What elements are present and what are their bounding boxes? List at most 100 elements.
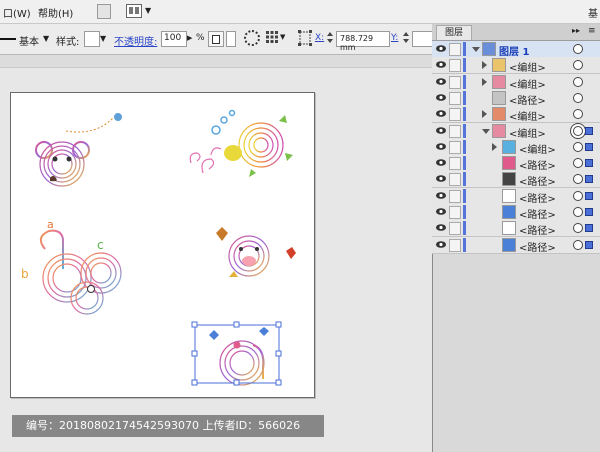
y-label[interactable]: Y:: [391, 33, 398, 43]
target-circle-icon[interactable]: [573, 76, 583, 87]
x-label[interactable]: X:: [315, 33, 324, 43]
lock-toggle[interactable]: [449, 206, 461, 219]
selection-indicator-icon[interactable]: [585, 224, 593, 233]
align-dropdown-icon[interactable]: ▼: [280, 33, 285, 41]
target-circle-icon[interactable]: [573, 92, 583, 103]
lock-toggle[interactable]: [449, 222, 461, 236]
graphic-style-dropdown-icon[interactable]: ▼: [100, 34, 106, 43]
selection-indicator-icon[interactable]: [585, 126, 593, 135]
target-circle-icon[interactable]: [573, 125, 583, 136]
layer-row[interactable]: <编组>: [432, 73, 600, 91]
snake-graphic[interactable]: [39, 229, 122, 315]
target-circle-icon[interactable]: [573, 158, 583, 169]
workspace-label[interactable]: 基: [588, 5, 598, 20]
lock-toggle[interactable]: [449, 140, 461, 154]
visibility-eye-icon[interactable]: [436, 61, 446, 69]
artboard[interactable]: a b c: [10, 92, 315, 398]
opacity-label-link[interactable]: 不透明度:: [114, 33, 157, 48]
visibility-eye-icon[interactable]: [436, 142, 446, 150]
lock-toggle[interactable]: [449, 238, 461, 252]
layer-row[interactable]: <路径>: [432, 236, 600, 254]
layer-row[interactable]: <编组>: [432, 57, 600, 75]
visibility-eye-icon[interactable]: [436, 77, 446, 85]
target-circle-icon[interactable]: [573, 109, 583, 120]
layer-row[interactable]: <编组>: [432, 106, 600, 124]
layer-row[interactable]: 图层 1: [432, 41, 600, 58]
turtle-graphic[interactable]: [189, 109, 293, 178]
opacity-dropdown-icon[interactable]: ▶: [187, 34, 192, 42]
brush-icon[interactable]: [226, 31, 236, 47]
selection-indicator-icon[interactable]: [585, 175, 593, 184]
x-stepper[interactable]: [326, 31, 334, 45]
visibility-eye-icon[interactable]: [436, 191, 446, 199]
layer-row[interactable]: <编组>: [432, 138, 600, 156]
bridge-icon[interactable]: [97, 4, 111, 19]
graphic-style-swatch[interactable]: [84, 31, 100, 47]
letter-a-graphic[interactable]: [209, 327, 269, 386]
layer-row[interactable]: <路径>: [432, 89, 600, 107]
lock-toggle[interactable]: [449, 173, 461, 187]
panel-menu-icon[interactable]: ≡: [588, 26, 596, 36]
menu-help[interactable]: 帮助(H): [38, 5, 73, 20]
target-circle-icon[interactable]: [573, 190, 583, 201]
target-circle-icon[interactable]: [573, 223, 583, 234]
align-grid-icon[interactable]: [266, 31, 278, 43]
arrange-dropdown-icon[interactable]: ▼: [145, 6, 151, 15]
visibility-eye-icon[interactable]: [436, 159, 446, 166]
collapsed-arrow-icon[interactable]: [492, 142, 497, 151]
selection-indicator-icon[interactable]: [585, 240, 593, 249]
collapsed-arrow-icon[interactable]: [482, 110, 487, 119]
opacity-input[interactable]: 100: [161, 31, 187, 47]
bear-graphic[interactable]: [35, 113, 122, 187]
expanded-arrow-icon[interactable]: [472, 47, 480, 52]
selection-indicator-icon[interactable]: [585, 159, 593, 168]
pig-graphic[interactable]: [216, 227, 296, 277]
visibility-eye-icon[interactable]: [436, 45, 446, 52]
visibility-eye-icon[interactable]: [436, 208, 446, 215]
lock-toggle[interactable]: [449, 124, 461, 138]
layer-row[interactable]: <路径>: [432, 187, 600, 205]
collapsed-arrow-icon[interactable]: [482, 77, 487, 86]
transform-icon[interactable]: [298, 30, 312, 46]
document-setup-icon[interactable]: [208, 31, 224, 47]
target-circle-icon[interactable]: [573, 239, 583, 250]
visibility-eye-icon[interactable]: [436, 224, 446, 232]
collapsed-arrow-icon[interactable]: [482, 61, 487, 70]
menu-window[interactable]: 口(W): [3, 5, 31, 20]
stroke-style-value[interactable]: 基本: [19, 33, 39, 48]
visibility-eye-icon[interactable]: [436, 126, 446, 134]
lock-toggle[interactable]: [449, 157, 461, 171]
recolor-artwork-icon[interactable]: [244, 30, 260, 46]
lock-toggle[interactable]: [449, 43, 461, 56]
panel-collapse-icon[interactable]: ▸▸: [572, 26, 580, 35]
y-input[interactable]: [412, 31, 433, 47]
expanded-arrow-icon[interactable]: [482, 128, 490, 134]
selection-indicator-icon[interactable]: [585, 142, 593, 151]
selection-indicator-icon[interactable]: [585, 191, 593, 200]
lock-toggle[interactable]: [449, 189, 461, 203]
visibility-eye-icon[interactable]: [436, 94, 446, 101]
lock-toggle[interactable]: [449, 91, 461, 105]
tab-layers[interactable]: 图层: [436, 25, 472, 40]
x-input[interactable]: 788.729 mm: [336, 31, 390, 52]
lock-toggle[interactable]: [449, 59, 461, 73]
target-circle-icon[interactable]: [573, 60, 583, 71]
target-circle-icon[interactable]: [573, 141, 583, 152]
y-stepper[interactable]: [402, 31, 410, 45]
layer-row[interactable]: <路径>: [432, 171, 600, 189]
layer-row[interactable]: <路径>: [432, 220, 600, 238]
target-circle-icon[interactable]: [573, 207, 583, 217]
lock-toggle[interactable]: [449, 108, 461, 122]
visibility-eye-icon[interactable]: [436, 175, 446, 183]
layer-row[interactable]: <路径>: [432, 204, 600, 221]
stroke-style-dropdown-icon[interactable]: ▼: [43, 34, 49, 43]
layer-row[interactable]: <路径>: [432, 155, 600, 173]
selection-indicator-icon[interactable]: [585, 208, 593, 216]
layer-row[interactable]: <编组>: [432, 122, 600, 140]
lock-toggle[interactable]: [449, 75, 461, 89]
target-circle-icon[interactable]: [573, 44, 583, 54]
arrange-documents-icon[interactable]: [126, 4, 142, 18]
target-circle-icon[interactable]: [573, 174, 583, 185]
visibility-eye-icon[interactable]: [436, 110, 446, 117]
visibility-eye-icon[interactable]: [436, 240, 446, 248]
